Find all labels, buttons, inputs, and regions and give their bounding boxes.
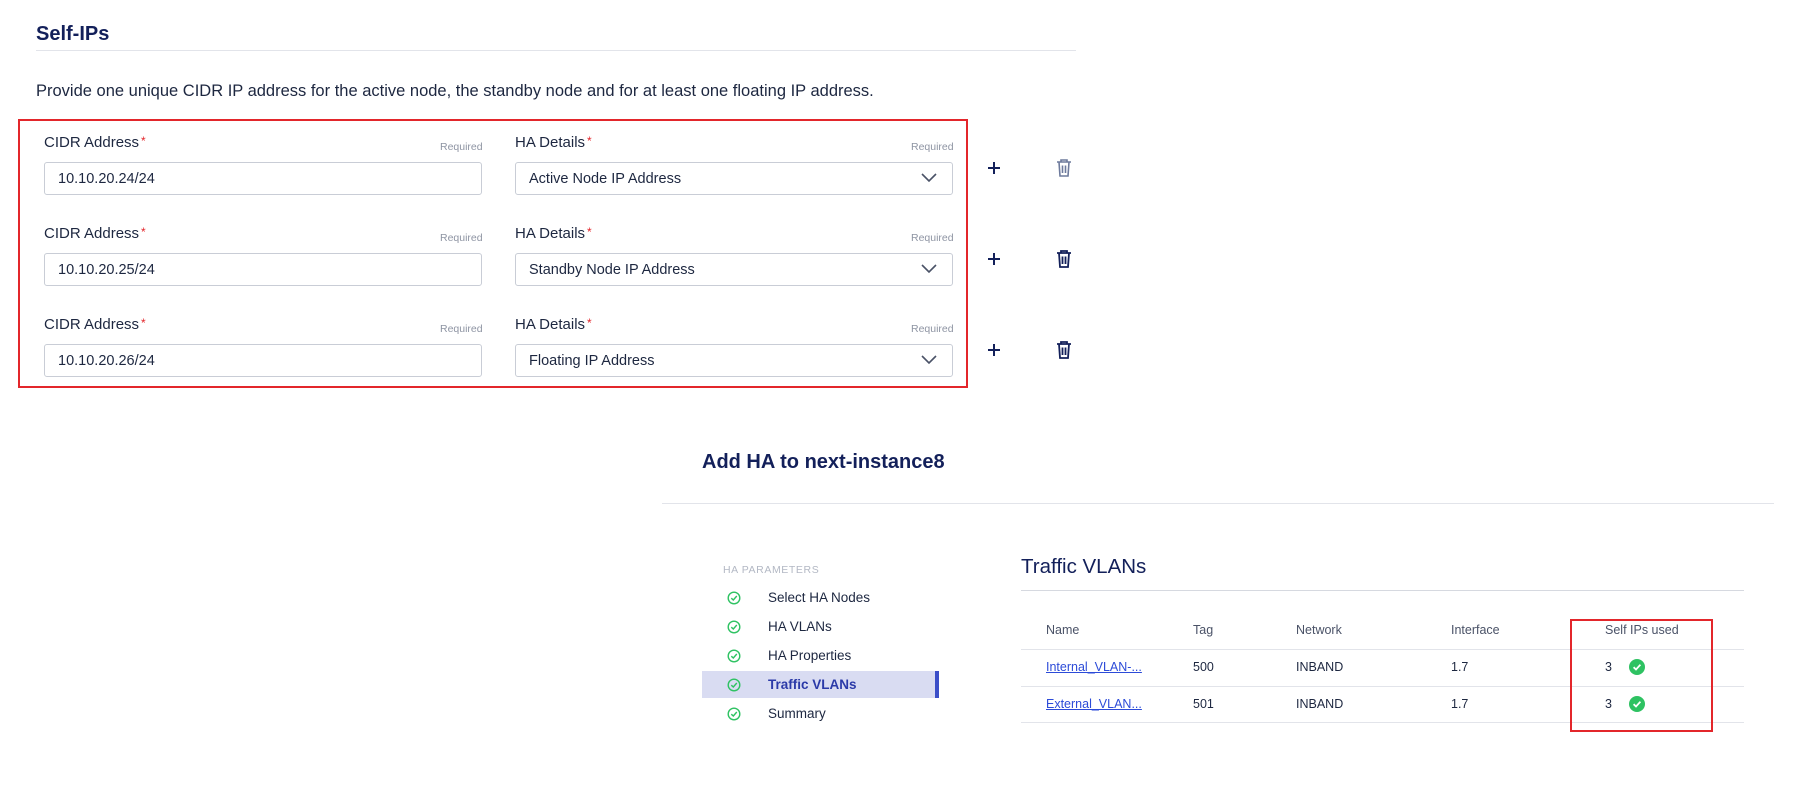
step-traffic-vlans[interactable]: Traffic VLANs <box>702 671 939 698</box>
cidr-label-1: CIDR Address * <box>44 134 146 151</box>
check-circle-icon <box>727 590 741 605</box>
cidr-required-2: Required <box>440 232 483 244</box>
step-label: HA Properties <box>768 648 852 663</box>
vlan-interface: 1.7 <box>1451 660 1469 674</box>
step-summary[interactable]: Summary <box>702 700 939 727</box>
vlan-name-link[interactable]: Internal_VLAN-... <box>1046 660 1160 674</box>
column-header-name[interactable]: Name <box>1046 623 1079 637</box>
ha-details-label-2: HA Details * <box>515 225 592 242</box>
check-circle-icon <box>727 677 741 692</box>
ha-details-required-2: Required <box>911 232 954 244</box>
vlan-name-link[interactable]: External_VLAN... <box>1046 697 1160 711</box>
ha-details-required-1: Required <box>911 141 954 153</box>
cidr-input-3[interactable]: 10.10.20.26/24 <box>44 344 482 377</box>
cidr-input-2[interactable]: 10.10.20.25/24 <box>44 253 482 286</box>
cidr-label-3: CIDR Address * <box>44 316 146 333</box>
ha-details-value-2: Standby Node IP Address <box>529 262 695 278</box>
check-circle-icon <box>727 706 741 721</box>
trash-icon <box>1057 159 1071 177</box>
check-circle-icon <box>727 619 741 634</box>
trash-icon <box>1057 250 1071 268</box>
step-label: HA VLANs <box>768 619 832 634</box>
self-ips-highlight-frame <box>1570 619 1713 732</box>
column-header-tag[interactable]: Tag <box>1193 623 1213 637</box>
ha-details-value-1: Active Node IP Address <box>529 171 682 187</box>
step-label: Traffic VLANs <box>768 677 857 692</box>
traffic-vlans-title: Traffic VLANs <box>1021 555 1147 578</box>
step-label: Select HA Nodes <box>768 590 871 605</box>
selfips-title: Self-IPs <box>36 23 110 45</box>
ha-divider <box>662 503 1774 504</box>
selfips-description: Provide one unique CIDR IP address for t… <box>36 82 874 100</box>
cidr-required-3: Required <box>440 323 483 335</box>
plus-icon <box>988 162 1000 174</box>
traffic-vlans-divider <box>1021 590 1744 591</box>
check-circle-icon <box>727 648 741 663</box>
chevron-down-icon <box>921 173 937 183</box>
add-row-button-2[interactable] <box>982 247 1006 271</box>
vlan-tag: 500 <box>1193 660 1214 674</box>
vlan-network: INBAND <box>1296 697 1344 711</box>
ha-details-select-2[interactable]: Standby Node IP Address <box>515 253 953 286</box>
step-select-ha-nodes[interactable]: Select HA Nodes <box>702 584 939 611</box>
plus-icon <box>988 253 1000 265</box>
steps-heading: HA PARAMETERS <box>723 564 820 576</box>
ha-details-label-1: HA Details * <box>515 134 592 151</box>
ha-details-required-3: Required <box>911 323 954 335</box>
cidr-label-2: CIDR Address * <box>44 225 146 242</box>
add-row-button-3[interactable] <box>982 338 1006 362</box>
ha-details-select-1[interactable]: Active Node IP Address <box>515 162 953 195</box>
step-ha-vlans[interactable]: HA VLANs <box>702 613 939 640</box>
ha-page-title: Add HA to next-instance8 <box>702 451 945 473</box>
plus-icon <box>988 344 1000 356</box>
delete-row-button-2[interactable] <box>1052 247 1076 271</box>
column-header-network[interactable]: Network <box>1296 623 1342 637</box>
trash-icon <box>1057 341 1071 359</box>
chevron-down-icon <box>921 264 937 274</box>
add-row-button-1[interactable] <box>982 156 1006 180</box>
vlan-network: INBAND <box>1296 660 1344 674</box>
chevron-down-icon <box>921 355 937 365</box>
column-header-interface[interactable]: Interface <box>1451 623 1500 637</box>
step-label: Summary <box>768 706 826 721</box>
vlan-tag: 501 <box>1193 697 1214 711</box>
delete-row-button-1[interactable] <box>1052 156 1076 180</box>
ha-details-select-3[interactable]: Floating IP Address <box>515 344 953 377</box>
cidr-input-1[interactable]: 10.10.20.24/24 <box>44 162 482 195</box>
delete-row-button-3[interactable] <box>1052 338 1076 362</box>
cidr-required-1: Required <box>440 141 483 153</box>
step-ha-properties[interactable]: HA Properties <box>702 642 939 669</box>
ha-details-value-3: Floating IP Address <box>529 353 655 369</box>
selfips-divider <box>36 50 1076 51</box>
vlan-interface: 1.7 <box>1451 697 1469 711</box>
ha-details-label-3: HA Details * <box>515 316 592 333</box>
